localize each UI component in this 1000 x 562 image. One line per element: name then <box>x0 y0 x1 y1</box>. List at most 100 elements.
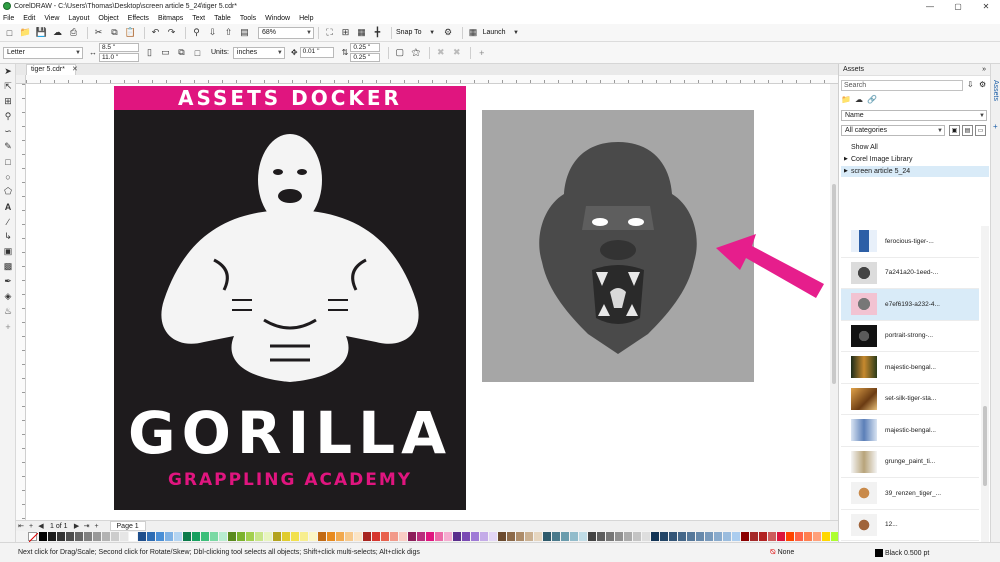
palette-swatch[interactable] <box>300 532 308 541</box>
palette-swatch[interactable] <box>165 532 173 541</box>
no-color-swatch[interactable] <box>28 532 39 543</box>
import-icon[interactable]: ⇩ <box>206 26 219 39</box>
palette-swatch[interactable] <box>102 532 110 541</box>
duplicate-x-field[interactable]: 0.25 " <box>350 43 381 52</box>
add-icon[interactable]: + <box>475 46 488 59</box>
palette-swatch[interactable] <box>426 532 434 541</box>
palette-swatch[interactable] <box>210 532 218 541</box>
cloud-icon[interactable]: ☁ <box>51 26 64 39</box>
save-icon[interactable]: 💾 <box>35 26 48 39</box>
link-icon[interactable]: 🔗 <box>867 95 877 104</box>
asset-item[interactable]: ferocious-tiger-... <box>841 226 979 258</box>
canvas-vertical-scrollbar[interactable] <box>830 84 838 520</box>
palette-swatch[interactable] <box>687 532 695 541</box>
palette-swatch[interactable] <box>327 532 335 541</box>
menu-effects[interactable]: Effects <box>128 15 149 22</box>
local-folder-icon[interactable]: 📁 <box>841 95 851 104</box>
page-width-field[interactable]: 8.5 " <box>99 43 139 52</box>
palette-swatch[interactable] <box>561 532 569 541</box>
palette-swatch[interactable] <box>282 532 290 541</box>
search-content-icon[interactable]: ⚲ <box>190 26 203 39</box>
paste-icon[interactable]: 📋 <box>124 26 137 39</box>
palette-swatch[interactable] <box>606 532 614 541</box>
palette-swatch[interactable] <box>462 532 470 541</box>
palette-swatch[interactable] <box>93 532 101 541</box>
asset-item[interactable]: 12... <box>841 510 979 541</box>
close-tab-icon[interactable]: ✕ <box>72 64 78 75</box>
palette-swatch[interactable] <box>543 532 551 541</box>
palette-swatch[interactable] <box>228 532 236 541</box>
palette-swatch[interactable] <box>651 532 659 541</box>
palette-swatch[interactable] <box>516 532 524 541</box>
add-page-before-icon[interactable]: + <box>26 521 36 531</box>
palette-swatch[interactable] <box>552 532 560 541</box>
palette-swatch[interactable] <box>795 532 803 541</box>
palette-swatch[interactable] <box>417 532 425 541</box>
ellipse-tool-icon[interactable]: ○ <box>0 169 16 184</box>
palette-swatch[interactable] <box>120 532 128 541</box>
chevron-down-icon[interactable]: ▼ <box>510 26 523 39</box>
drop-shadow-tool-icon[interactable]: ▣ <box>0 244 16 259</box>
palette-swatch[interactable] <box>534 532 542 541</box>
palette-swatch[interactable] <box>111 532 119 541</box>
palette-swatch[interactable] <box>237 532 245 541</box>
palette-swatch[interactable] <box>345 532 353 541</box>
print-icon[interactable]: ⎙ <box>67 26 80 39</box>
ruler-origin[interactable] <box>16 75 26 84</box>
horizontal-ruler[interactable] <box>26 75 838 84</box>
launch-button[interactable]: Launch <box>483 29 506 36</box>
library-show-all[interactable]: Show All <box>841 142 989 153</box>
palette-swatch[interactable] <box>714 532 722 541</box>
new-document-icon[interactable]: □ <box>3 26 16 39</box>
palette-swatch[interactable] <box>498 532 506 541</box>
previous-page-icon[interactable]: ◀ <box>36 521 46 531</box>
fill-indicator[interactable]: ⦰ None <box>770 549 794 557</box>
palette-swatch[interactable] <box>129 532 137 541</box>
export-icon[interactable]: ⇧ <box>222 26 235 39</box>
gorilla-poster[interactable]: ASSETS DOCKER GORILLA GRAPPLING ACADEMY <box>114 86 466 510</box>
asset-item[interactable]: grunge_paint_ti... <box>841 447 979 478</box>
publish-pdf-icon[interactable]: ▤ <box>238 26 251 39</box>
palette-swatch[interactable] <box>444 532 452 541</box>
palette-swatch[interactable] <box>750 532 758 541</box>
paper-size-combo[interactable]: Letter ▼ <box>3 46 83 59</box>
asset-item[interactable]: 39_renzen_tiger_... <box>841 478 979 510</box>
units-combo[interactable]: inches ▼ <box>232 46 285 59</box>
open-folder-icon[interactable]: 📁 <box>19 26 32 39</box>
artistic-media-tool-icon[interactable]: ✎ <box>0 139 16 154</box>
palette-swatch[interactable] <box>309 532 317 541</box>
palette-swatch[interactable] <box>75 532 83 541</box>
palette-swatch[interactable] <box>669 532 677 541</box>
first-page-icon[interactable]: ⇤ <box>16 521 26 531</box>
close-button[interactable]: ✕ <box>972 0 1000 12</box>
scrollbar-thumb[interactable] <box>983 406 987 486</box>
palette-swatch[interactable] <box>390 532 398 541</box>
palette-swatch[interactable] <box>57 532 65 541</box>
snap-guidelines-icon[interactable]: ⚝ <box>409 46 422 59</box>
menu-tools[interactable]: Tools <box>240 15 256 22</box>
full-screen-icon[interactable]: ⛶ <box>323 26 336 39</box>
palette-swatch[interactable] <box>147 532 155 541</box>
palette-swatch[interactable] <box>822 532 830 541</box>
landscape-orientation-icon[interactable]: ▭ <box>159 46 172 59</box>
palette-swatch[interactable] <box>705 532 713 541</box>
undo-icon[interactable]: ↶ <box>149 26 162 39</box>
color-eyedropper-tool-icon[interactable]: ✒ <box>0 274 16 289</box>
add-tool-icon[interactable]: + <box>0 319 16 334</box>
library-screen-article[interactable]: ▶ screen article 5_24 <box>841 166 989 177</box>
chevron-down-icon[interactable]: ▼ <box>426 26 439 39</box>
asset-item[interactable]: 7a241a20-1eed-... <box>841 258 979 289</box>
menu-window[interactable]: Window <box>265 15 290 22</box>
grid-icon[interactable]: ▦ <box>355 26 368 39</box>
palette-swatch[interactable] <box>354 532 362 541</box>
copy-icon[interactable]: ⧉ <box>108 26 121 39</box>
palette-swatch[interactable] <box>813 532 821 541</box>
palette-swatch[interactable] <box>777 532 785 541</box>
sort-by-combo[interactable]: Name ▼ <box>841 110 987 121</box>
menu-help[interactable]: Help <box>299 15 313 22</box>
nudge-distance-field[interactable]: 0.01 " <box>299 47 334 58</box>
crop-tool-icon[interactable]: ⊞ <box>0 94 16 109</box>
palette-swatch[interactable] <box>678 532 686 541</box>
document-tab[interactable]: tiger 5.cdr* <box>26 64 76 75</box>
next-page-icon[interactable]: ▶ <box>72 521 82 531</box>
